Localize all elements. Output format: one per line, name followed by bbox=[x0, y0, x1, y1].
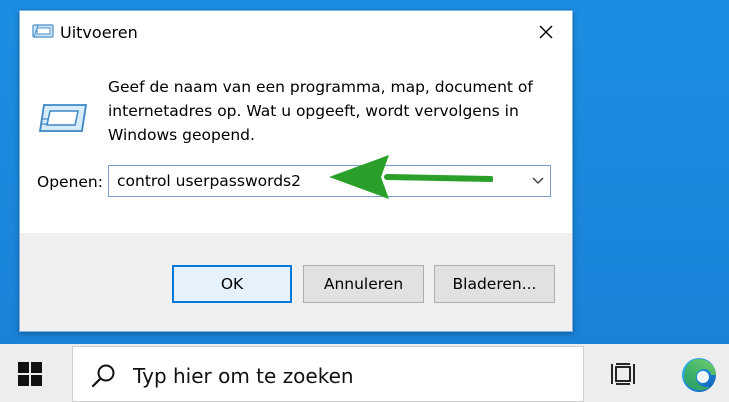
dropdown-button[interactable] bbox=[526, 166, 550, 196]
cancel-button[interactable]: Annuleren bbox=[303, 265, 424, 303]
title-bar[interactable]: Uitvoeren bbox=[20, 11, 572, 53]
edge-browser-icon[interactable] bbox=[680, 356, 718, 394]
command-input[interactable]: control userpasswords2 bbox=[117, 172, 301, 190]
open-label: Openen: bbox=[37, 173, 103, 191]
run-app-icon-large bbox=[38, 104, 88, 132]
ok-button[interactable]: OK bbox=[172, 265, 292, 303]
run-app-icon bbox=[32, 24, 54, 38]
close-icon bbox=[539, 25, 553, 39]
run-dialog: Uitvoeren Geef de naam van een programma… bbox=[19, 10, 573, 332]
taskbar-search-box[interactable]: Typ hier om te zoeken bbox=[72, 346, 584, 402]
search-icon bbox=[91, 364, 115, 388]
chevron-down-icon bbox=[532, 177, 544, 184]
dialog-title: Uitvoeren bbox=[60, 23, 138, 42]
annotation-arrow-icon bbox=[329, 155, 493, 199]
taskbar: Typ hier om te zoeken bbox=[0, 344, 729, 402]
start-button[interactable] bbox=[16, 360, 44, 388]
dialog-description: Geef de naam van een programma, map, doc… bbox=[108, 78, 533, 144]
windows-logo-icon bbox=[18, 362, 42, 386]
button-bar: OK Annuleren Bladeren... bbox=[20, 233, 572, 331]
close-button[interactable] bbox=[520, 11, 572, 53]
search-placeholder: Typ hier om te zoeken bbox=[133, 364, 354, 388]
browse-button[interactable]: Bladeren... bbox=[434, 265, 555, 303]
task-view-icon[interactable] bbox=[610, 362, 636, 386]
